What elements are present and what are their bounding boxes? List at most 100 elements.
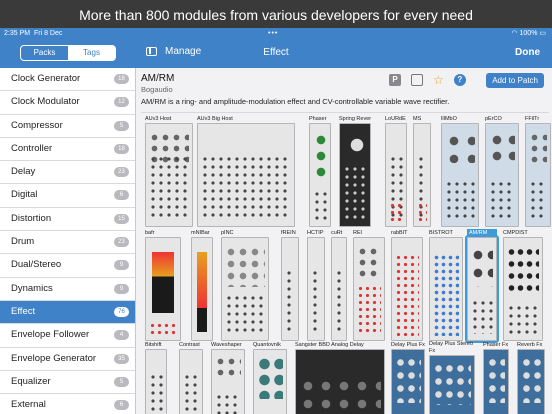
module-tile[interactable]: mNIBar [191,229,213,341]
module-tile-label: BISTROT [429,230,453,236]
category-dual-stereo[interactable]: Dual/Stereo 9 [0,254,135,278]
module-tile[interactable]: Contrast [179,341,203,414]
module-tile-label: REl [353,230,362,236]
module-tile[interactable]: Phaser Fx [483,341,509,414]
module-tile[interactable]: CMPDIST [503,229,543,341]
p-badge-icon[interactable]: P [389,74,401,86]
module-tile[interactable]: Delay Plus Stereo Fx [429,341,475,414]
category-label: External [11,399,46,411]
status-bar: 2:35 PM Fri 8 Dec ••• ◠ 100% ▭ [0,28,552,40]
module-tile[interactable]: BISTROT [429,229,463,341]
module-tile[interactable]: AUv3 Big Host [197,115,295,227]
module-tile-label: cuRt [331,230,343,236]
module-tile[interactable]: Phaser [309,115,331,227]
done-button[interactable]: Done [515,47,540,58]
module-tile-label: lIlMbO [441,116,457,122]
module-tile[interactable]: Bitshift [145,341,167,414]
module-tile[interactable]: Delay Plus Fx [391,341,425,414]
module-tile-label: pErCO [485,116,502,122]
category-label: Digital [11,189,38,201]
module-panel [429,355,475,414]
module-tile[interactable]: REl [353,229,385,341]
category-drum[interactable]: Drum 23 [0,231,135,255]
favorite-star-icon[interactable]: ☆ [433,74,444,86]
module-tile[interactable]: MS [413,115,431,227]
module-panel [441,123,479,227]
add-to-patch-button[interactable]: Add to Patch [486,73,544,88]
category-distortion[interactable]: Distortion 15 [0,208,135,232]
page-title: Effect [263,47,289,58]
module-title: AM/RM [141,73,175,84]
module-tile-selected[interactable]: AM/RM [465,229,499,343]
module-tile[interactable]: fREIN [281,229,299,341]
category-compressor[interactable]: Compressor 5 [0,115,135,138]
module-tile-label: Contrast [179,342,200,348]
module-panel [145,123,193,227]
category-label: Delay [11,166,36,178]
category-envelope-generator[interactable]: Envelope Generator 35 [0,348,135,371]
module-tile[interactable]: Sangster BBD Analog Delay [295,341,385,414]
module-panel [525,123,551,227]
module-panel [253,349,287,414]
module-tile[interactable]: rabBIT [391,229,423,341]
module-tile[interactable]: Quantovnik [253,341,287,414]
module-tile[interactable]: AUv3 Host [145,115,193,227]
module-tile[interactable]: FFilTr [525,115,551,227]
battery-icon: ▭ [539,30,546,37]
module-panel [179,349,203,414]
module-tile[interactable]: LoURdE [385,115,407,227]
category-delay[interactable]: Delay 23 [0,161,135,185]
module-tile[interactable]: cuRt [331,229,347,341]
category-count: 4 [114,330,129,341]
module-panel [485,123,519,227]
module-tile-label: Waveshaper [211,342,242,348]
module-tile[interactable]: bafr [145,229,181,341]
module-panel [483,349,509,414]
module-tile-label: pINC [221,230,234,236]
module-panel [197,123,295,227]
category-label: Distortion [11,212,52,224]
module-tile[interactable]: Reverb Fx [517,341,545,414]
module-panel [391,237,423,341]
category-label: Envelope Follower [11,329,90,341]
nav-bar: Packs Tags Manage Effect Done [0,40,552,68]
module-tile-label: HCTIP [307,230,324,236]
module-actions: P ☆ ? [389,74,466,86]
module-panel [517,349,545,414]
module-tile-label: Phaser [309,116,327,122]
module-tile-label: FFilTr [525,116,540,122]
module-panel [145,237,181,341]
category-count: 6 [114,400,129,411]
module-vendor: Bogaudio [141,85,173,94]
module-tile[interactable]: Spring Reverb [339,115,371,227]
status-time: 2:35 PM [4,30,31,37]
module-tile[interactable]: pINC [221,229,269,341]
category-digital[interactable]: Digital 6 [0,184,135,208]
category-controller[interactable]: Controller 18 [0,138,135,162]
module-grid: AUv3 Host AUv3 Big Host Phaser Spring Re… [141,115,552,414]
category-label: Drum [11,236,35,248]
multitask-dots-icon[interactable]: ••• [268,28,278,40]
category-dynamics[interactable]: Dynamics 9 [0,278,135,301]
category-external[interactable]: External 6 [0,394,135,414]
module-panel [339,123,371,227]
category-label: Compressor [11,119,63,131]
category-count: 18 [114,143,129,154]
category-count: 35 [114,353,129,364]
module-panel [295,349,385,414]
category-clock-generator[interactable]: Clock Generator 18 [0,68,135,92]
module-tile[interactable]: pErCO [485,115,519,227]
module-tile[interactable]: Waveshaper [211,341,245,414]
category-effect[interactable]: Effect 76 [0,300,135,325]
module-panel [385,123,407,227]
status-date: Fri 8 Dec [33,30,63,37]
module-tile[interactable]: HCTIP [307,229,325,341]
category-label: Clock Modulator [11,96,80,108]
module-tile[interactable]: lIlMbO [441,115,479,227]
module-tile-label: AM/RM [467,229,497,237]
open-panel-icon[interactable] [411,74,423,86]
category-equalizer[interactable]: Equalizer 5 [0,371,135,395]
help-icon[interactable]: ? [453,74,466,86]
category-envelope-follower[interactable]: Envelope Follower 4 [0,324,135,348]
category-clock-modulator[interactable]: Clock Modulator 12 [0,91,135,115]
